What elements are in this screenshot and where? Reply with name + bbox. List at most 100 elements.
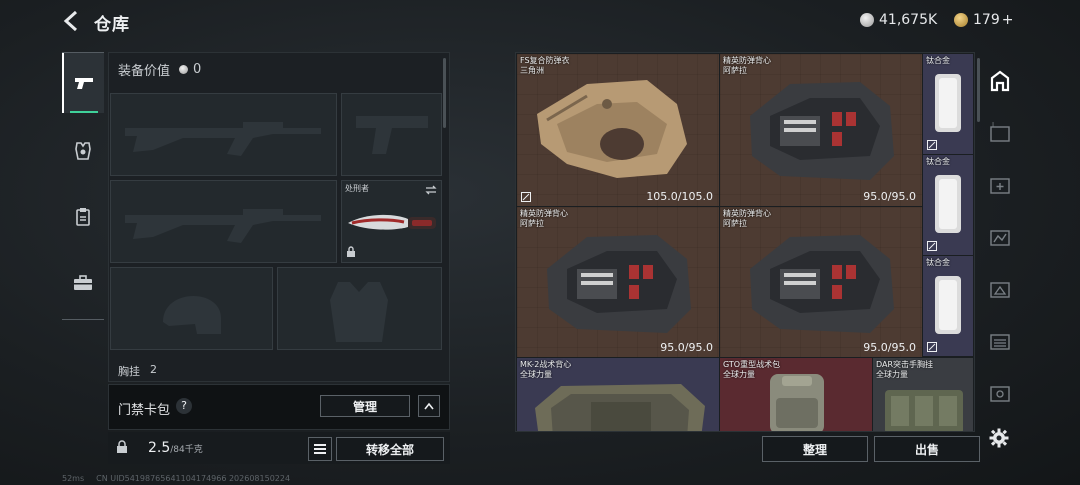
item-name: FS复合防弹衣 三角洲 [520,56,570,75]
page-title: 仓库 [94,15,130,35]
equipment-value: 装备价值 0 [118,60,201,79]
slot-pistol[interactable] [341,93,442,176]
silver-currency[interactable]: 41,675K [860,12,937,28]
storage-tab-2[interactable] [989,174,1011,196]
chest-rig-label: 胸挂 [118,365,140,378]
weight-current: 2.5 [148,440,171,456]
briefcase-icon [74,275,92,290]
slot-secondary-weapon[interactable] [110,180,337,263]
weight-max: /84千克 [170,445,203,455]
storage-item[interactable]: 精英防弹背心 阿萨拉 95.0/95.0 [517,207,719,357]
storage-item[interactable]: 精英防弹背心 阿萨拉 95.0/95.0 [720,54,922,206]
tab-backpack[interactable] [62,187,104,247]
gold-currency[interactable]: 179 + [954,12,1013,28]
storage-grid: FS复合防弹衣 三角洲 105.0/105.0 精英防弹背心 阿萨拉 95.0/95… [515,52,975,432]
chest-rig-count: 2 [150,363,157,376]
item-name: 精英防弹背心 阿萨拉 [723,56,771,75]
silver-coin-icon [179,65,189,74]
silver-coin-icon [860,13,874,27]
storage-item[interactable]: 精英防弹背心 阿萨拉 95.0/95.0 [720,207,922,357]
equipment-scrollbar[interactable] [443,58,446,128]
lock-icon [117,440,127,453]
list-icon [314,444,326,454]
tab5-icon [990,334,1010,350]
transfer-all-button[interactable]: 转移全部 [336,437,444,461]
storage-item[interactable]: FS复合防弹衣 三角洲 105.0/105.0 [517,54,719,206]
item-name: 钛合金 [926,258,950,267]
tab-case[interactable] [62,253,104,313]
item-durability: 105.0/105.0 [646,190,713,203]
slot-body-armor[interactable] [277,267,442,350]
uid-readout: CN UID54198765641104174966 202608150224 [96,474,291,483]
elite-vest-icon [547,235,691,333]
melee-label: 处刑者 [345,184,369,193]
storage-tab-main[interactable] [989,70,1011,92]
gold-coin-icon [954,13,968,27]
swap-icon[interactable] [425,185,437,195]
armor-plate-icon [935,74,961,132]
storage-tab-5[interactable] [989,330,1011,352]
settings-button[interactable] [989,428,1009,452]
list-view-button[interactable] [308,437,332,461]
svg-text:I: I [992,122,994,129]
tab-armor[interactable] [62,121,104,181]
vest-icon [75,142,91,160]
expand-button[interactable] [418,395,440,417]
storage-tab-1[interactable]: I [989,121,1011,144]
equipment-value-amount: 0 [193,62,202,77]
manage-button[interactable]: 管理 [320,395,410,417]
tab2-icon [990,178,1010,194]
back-button[interactable] [62,10,82,34]
tab4-icon [990,282,1010,298]
storage-item[interactable]: 钛合金 [923,256,973,356]
slot-melee[interactable]: 处刑者 [341,180,442,263]
item-name: 精英防弹背心 阿萨拉 [723,209,771,228]
help-icon[interactable]: ? [176,398,192,414]
chest-rig-row: 胸挂 2 [118,363,157,379]
repair-icon [521,192,531,202]
item-durability: 95.0/95.0 [660,341,713,354]
status-footer: 52ms CN UID54198765641104174966 20260815… [62,474,290,483]
armor-plate-icon [935,175,961,233]
storage-tab-3[interactable] [989,226,1011,248]
item-durability: 95.0/95.0 [863,341,916,354]
storage-item[interactable]: MK-2战术背心 全球力量 [517,358,719,431]
storage-tab-6[interactable] [989,382,1011,404]
storage-icon [990,70,1010,92]
pistol-silhouette-icon [356,116,428,154]
storage-item[interactable]: 钛合金 [923,54,973,154]
helmet-silhouette-icon [163,295,221,334]
slot-helmet[interactable] [110,267,273,350]
tab6-icon [990,386,1010,402]
repair-icon [927,241,937,251]
chevron-up-icon [424,402,434,410]
elite-vest-icon [750,235,894,333]
storage-tabs-sidebar: I [983,52,1017,432]
tab1-icon: I [990,121,1010,142]
equipment-value-label: 装备价值 [118,64,171,79]
elite-vest-icon [750,82,894,180]
settings-icon [989,428,1009,448]
item-name: MK-2战术背心 全球力量 [520,360,572,379]
rifle-silhouette-icon [125,122,321,156]
knife-icon [348,214,436,230]
sort-button[interactable]: 整理 [762,436,868,462]
armor-plate-icon [935,276,961,334]
chevron-left-icon [63,10,78,32]
slot-primary-weapon[interactable] [110,93,337,176]
sell-button[interactable]: 出售 [874,436,980,462]
item-name: 钛合金 [926,157,950,166]
clipboard-icon [76,208,90,226]
storage-tab-4[interactable] [989,278,1011,300]
category-tabs [62,52,104,320]
storage-item[interactable]: GTO重型战术包 全球力量 [720,358,872,431]
tab-weapon[interactable] [62,53,104,113]
item-name: 钛合金 [926,56,950,65]
gold-amount: 179 [973,12,1000,28]
item-durability: 95.0/95.0 [863,190,916,203]
ping-readout: 52ms [62,474,85,483]
storage-scrollbar[interactable] [977,58,980,122]
storage-item[interactable]: DAR突击手胸挂 全球力量 [873,358,973,431]
storage-item[interactable]: 钛合金 [923,155,973,255]
pistol-icon [75,78,93,89]
